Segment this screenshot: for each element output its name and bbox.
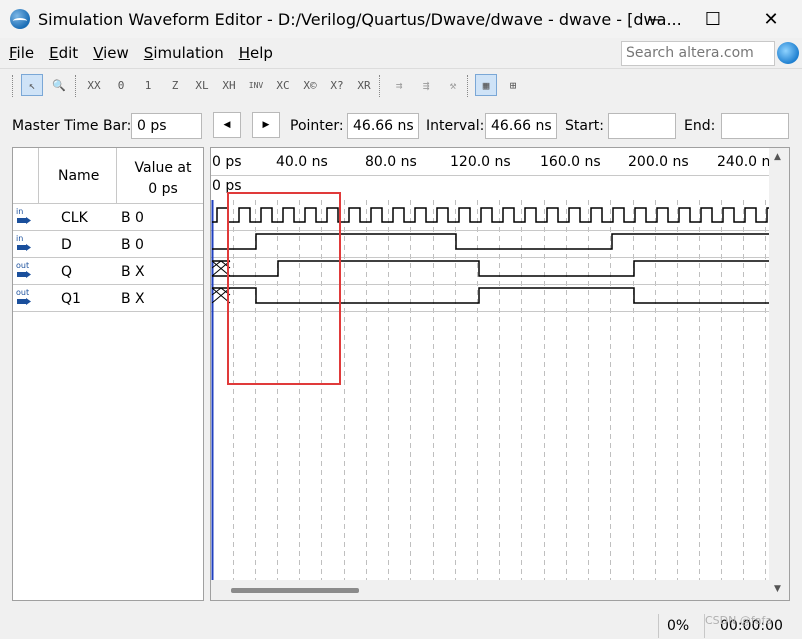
highlight-rectangle [227,192,341,385]
toolbar-separator [12,75,13,97]
time-bar-row: Master Time Bar: 0 ps ◀ ▶ Pointer: 46.66… [0,106,802,146]
signal-row-d[interactable]: in D B 0 [13,231,203,258]
signal-value: B X [121,291,145,307]
signal-row-clk[interactable]: in CLK B 0 [13,204,203,231]
toolbar-separator [467,75,468,97]
force-weak-low-icon[interactable]: XL [191,74,213,96]
signal-value: B 0 [121,237,144,253]
minimize-button[interactable]: — [628,0,686,38]
input-pin-icon: in [16,234,34,253]
snap-to-grid-icon[interactable]: ▦ [475,74,497,96]
force-low-icon[interactable]: 0 [110,74,132,96]
next-transition-button[interactable]: ▶ [252,112,280,138]
menu-file[interactable]: File [0,44,40,62]
progress-percent: 0% [667,618,690,634]
force-unknown-icon[interactable]: XX [83,74,105,96]
input-pin-icon: in [16,207,34,226]
scroll-up-icon[interactable]: ▲ [774,152,781,162]
signal-row-q1[interactable]: out Q1 B X [13,285,203,312]
scroll-down-icon[interactable]: ▼ [774,584,781,594]
start-field [608,113,676,139]
invert-icon[interactable]: INV [245,74,267,96]
zoom-tool-icon[interactable]: 🔍 [48,74,70,96]
value-column-header[interactable]: Value at 0 ps [123,158,203,200]
maximize-button[interactable]: ☐ [684,0,742,38]
search-input[interactable]: Search altera.com [621,41,775,66]
master-time-bar-field[interactable]: 0 ps [131,113,202,139]
name-column-header[interactable]: Name [58,168,99,184]
signal-list-panel: Name Value at 0 ps in CLK B 0 in D B 0 o… [12,147,204,601]
end-field [721,113,789,139]
toolbar: ↖ 🔍 XX 0 1 Z XL XH INV XC X© X? XR ⇉ ⇶ ⚒… [0,68,802,102]
run-timing-simulation-icon[interactable]: ⇶ [415,74,437,96]
end-label: End: [684,118,716,134]
menu-help[interactable]: Help [230,44,279,62]
signal-name: Q1 [61,291,81,307]
toolbar-separator [75,75,76,97]
run-functional-simulation-icon[interactable]: ⇉ [388,74,410,96]
interval-field: 46.66 ns [485,113,557,139]
force-weak-high-icon[interactable]: XH [218,74,240,96]
status-bar: 0% 00:00:00 [0,610,802,639]
signal-name: Q [61,264,73,280]
signal-row-q[interactable]: out Q B X [13,258,203,285]
menu-simulation[interactable]: Simulation [135,44,230,62]
output-pin-icon: out [16,261,34,280]
quartus-app-icon [10,9,30,29]
menu-view[interactable]: View [84,44,135,62]
arbitrary-value-icon[interactable]: X? [326,74,348,96]
signal-name: D [61,237,72,253]
count-value-icon[interactable]: XC [272,74,294,96]
interval-label: Interval: [426,118,485,134]
random-value-icon[interactable]: XR [353,74,375,96]
output-pin-icon: out [16,288,34,307]
force-high-impedance-icon[interactable]: Z [164,74,186,96]
overwrite-clock-icon[interactable]: X© [299,74,321,96]
horizontal-scrollbar[interactable] [211,580,771,600]
signal-value: B 0 [121,210,144,226]
node-finder-icon[interactable]: ⊞ [502,74,524,96]
previous-transition-button[interactable]: ◀ [213,112,241,138]
menu-edit[interactable]: Edit [40,44,84,62]
master-time-bar-label: Master Time Bar: [12,118,132,134]
pointer-label: Pointer: [290,118,344,134]
watermark: CSDN @fafa [705,614,773,627]
force-high-icon[interactable]: 1 [137,74,159,96]
window-title: Simulation Waveform Editor - D:/Verilog/… [38,9,682,29]
search-icon[interactable] [777,42,799,64]
selection-tool-icon[interactable]: ↖ [21,74,43,96]
signal-value: B X [121,264,145,280]
signal-name: CLK [61,210,88,226]
pointer-field: 46.66 ns [347,113,419,139]
generate-netlist-icon[interactable]: ⚒ [442,74,464,96]
toolbar-separator [379,75,380,97]
start-label: Start: [565,118,604,134]
close-button[interactable]: ✕ [742,0,800,38]
horizontal-scroll-thumb[interactable] [231,588,359,593]
vertical-scrollbar[interactable]: ▲ ▼ [769,148,789,600]
